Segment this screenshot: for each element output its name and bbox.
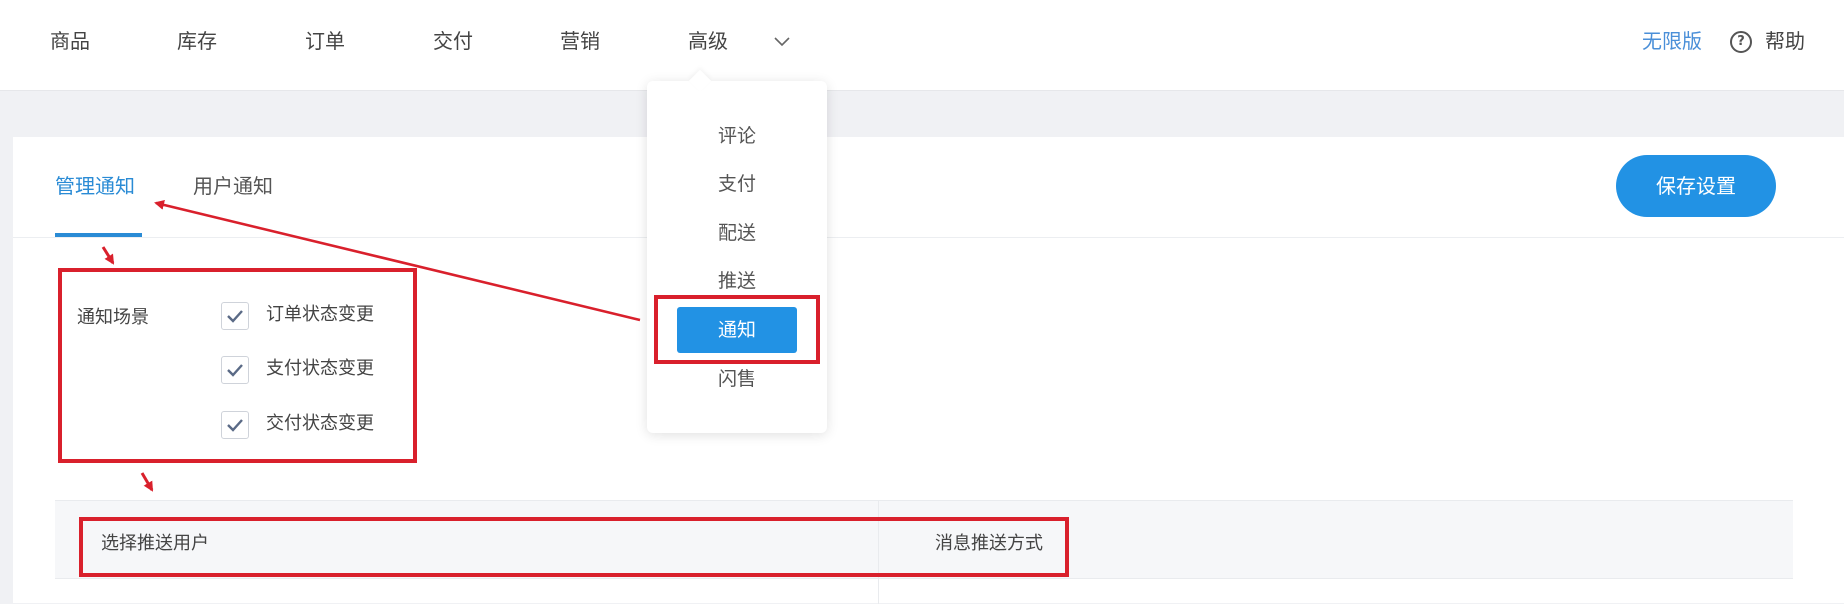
arrow-to-admin-tab: [154, 200, 641, 322]
annotation-arrows: [101, 200, 641, 492]
arrow-to-scene-box: [101, 246, 115, 265]
arrow-to-table-box: [140, 472, 154, 492]
